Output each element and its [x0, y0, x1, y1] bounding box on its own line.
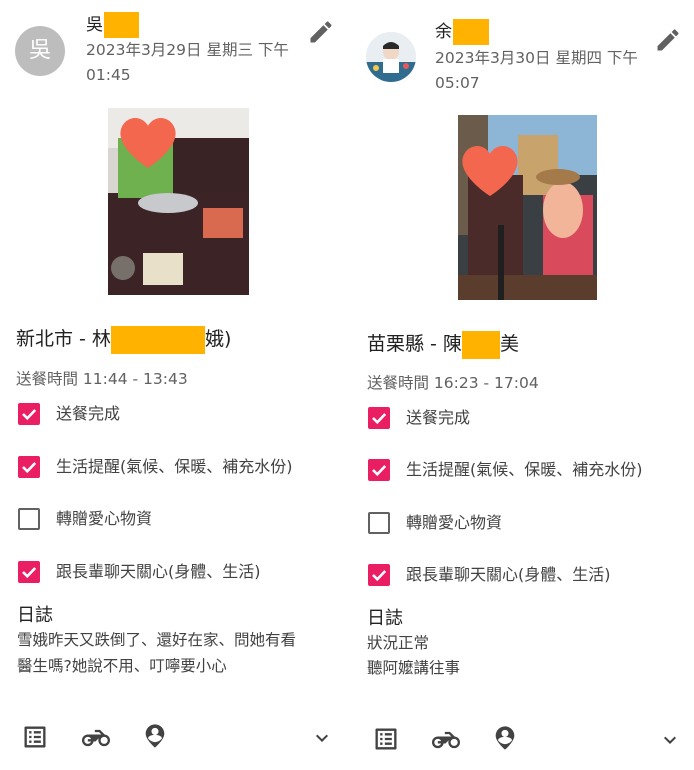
edit-icon[interactable]	[307, 18, 335, 46]
log-heading: 日誌	[367, 608, 403, 629]
delivery-time: 送餐時間 16:23 - 17:04	[367, 374, 539, 392]
location-pin-icon[interactable]	[491, 724, 519, 752]
checkbox-checked-icon[interactable]	[18, 403, 40, 425]
list-icon[interactable]	[372, 725, 400, 753]
chevron-down-icon[interactable]	[310, 726, 334, 750]
list-icon[interactable]	[21, 723, 49, 751]
record-card-1: 吳 吳 2023年3月29日 星期三 下午01:45 新北市 - 林娥) 送餐時…	[0, 0, 347, 770]
log-line: 狀況正常	[367, 634, 430, 652]
checkbox-checked-icon[interactable]	[368, 564, 390, 586]
heart-overlay	[462, 146, 518, 196]
record-date: 2023年3月30日 星期四 下午05:07	[435, 49, 638, 92]
checkbox-unchecked-icon[interactable]	[368, 512, 390, 534]
delivery-time: 送餐時間 11:44 - 13:43	[16, 370, 188, 388]
volunteer-name: 余	[435, 19, 489, 45]
heart-overlay	[120, 118, 176, 168]
redaction-block	[453, 19, 489, 45]
redaction-block	[461, 330, 500, 359]
avatar	[366, 32, 416, 82]
visit-photo[interactable]	[458, 115, 597, 300]
record-date: 2023年3月29日 星期三 下午01:45	[86, 41, 289, 84]
checkbox-checked-icon[interactable]	[368, 459, 390, 481]
checkbox-unchecked-icon[interactable]	[18, 508, 40, 530]
log-line: 聽阿嬤講往事	[367, 659, 461, 677]
volunteer-name: 吳	[86, 12, 139, 38]
redaction-block	[110, 325, 205, 354]
motorcycle-icon[interactable]	[432, 726, 460, 754]
visit-photo[interactable]	[108, 108, 249, 295]
recipient-title: 苗栗縣 - 陳美	[367, 329, 519, 359]
chevron-down-icon[interactable]	[658, 728, 682, 752]
log-heading: 日誌	[17, 605, 53, 626]
record-card-2: 余 2023年3月30日 星期四 下午05:07 苗栗縣 - 陳美 送餐時間 1…	[347, 0, 694, 770]
motorcycle-icon[interactable]	[82, 724, 110, 752]
checkbox-checked-icon[interactable]	[368, 407, 390, 429]
checkbox-checked-icon[interactable]	[18, 561, 40, 583]
log-line: 醫生嗎?她說不用、叮嚀要小心	[17, 657, 227, 675]
recipient-title: 新北市 - 林娥)	[16, 324, 231, 354]
edit-icon[interactable]	[654, 26, 682, 54]
checkbox-checked-icon[interactable]	[18, 456, 40, 478]
avatar: 吳	[15, 26, 65, 76]
redaction-block	[104, 12, 139, 38]
log-line: 雪娥昨天又跌倒了、還好在家、問她有看	[17, 631, 297, 649]
location-pin-icon[interactable]	[141, 722, 169, 750]
